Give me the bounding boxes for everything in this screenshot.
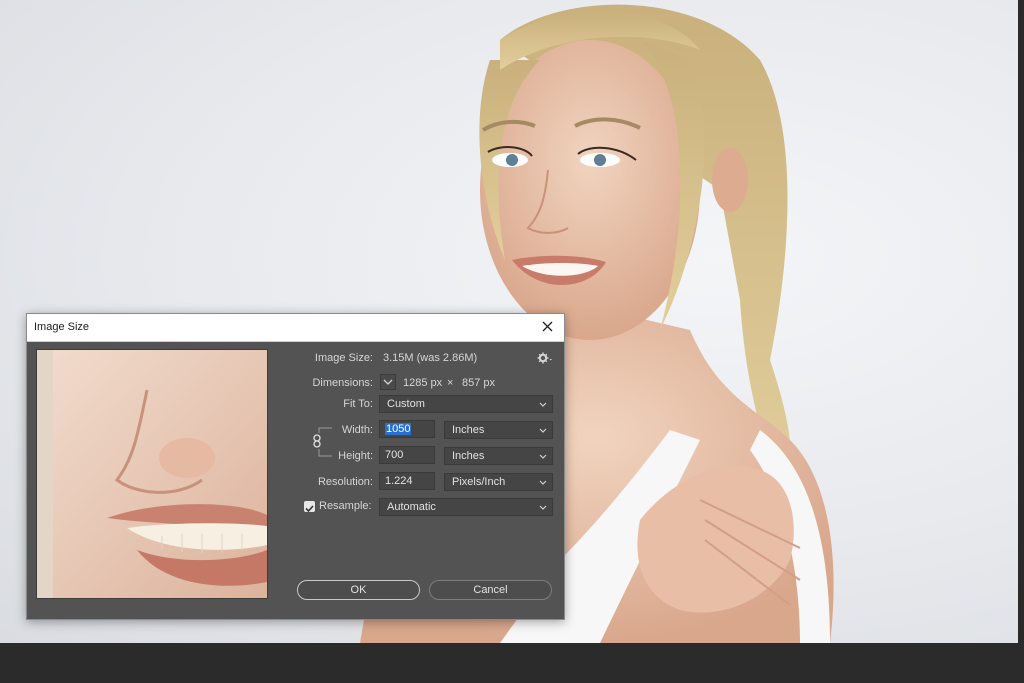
chevron-down-icon xyxy=(539,480,547,485)
dimensions-width: 1285 px xyxy=(403,377,443,389)
canvas-edge xyxy=(1018,0,1024,643)
cancel-button[interactable]: Cancel xyxy=(429,580,552,600)
height-label: Height: xyxy=(338,450,373,462)
resample-label: Resample: xyxy=(319,500,372,512)
preview-image xyxy=(37,350,267,598)
dimensions-height: 857 px xyxy=(462,377,496,389)
height-unit-value: Inches xyxy=(452,450,485,462)
close-button[interactable] xyxy=(538,317,556,335)
settings-button[interactable] xyxy=(537,351,553,365)
fit-to-label: Fit To: xyxy=(343,398,373,410)
resample-checkbox[interactable] xyxy=(304,501,315,513)
status-bar xyxy=(0,643,1024,683)
close-icon xyxy=(542,321,552,331)
chevron-down-icon xyxy=(539,402,547,407)
dimensions-label: Dimensions: xyxy=(312,377,373,389)
height-unit-select[interactable]: Inches xyxy=(444,447,553,465)
height-input[interactable]: 700 xyxy=(379,446,435,464)
dialog-titlebar[interactable]: Image Size xyxy=(27,314,564,342)
fit-to-value: Custom xyxy=(387,398,425,410)
width-input[interactable]: 1050 xyxy=(379,420,435,438)
image-preview[interactable] xyxy=(36,349,268,599)
resolution-value: 1.224 xyxy=(385,475,413,487)
chevron-down-icon xyxy=(383,379,393,385)
width-label: Width: xyxy=(341,424,373,436)
chevron-down-icon xyxy=(539,505,547,510)
ok-button[interactable]: OK xyxy=(297,580,420,600)
resolution-label: Resolution: xyxy=(317,476,373,488)
width-value: 1050 xyxy=(385,423,412,435)
image-size-value: 3.15M (was 2.86M) xyxy=(383,352,478,364)
height-value: 700 xyxy=(385,449,404,461)
resolution-input[interactable]: 1.224 xyxy=(379,472,435,490)
width-unit-select[interactable]: Inches xyxy=(444,421,553,439)
gear-icon xyxy=(537,352,552,364)
chevron-down-icon xyxy=(539,428,547,433)
dialog-title: Image Size xyxy=(34,321,90,333)
resample-select[interactable]: Automatic xyxy=(379,498,553,516)
image-size-label: Image Size: xyxy=(314,352,373,364)
width-unit-value: Inches xyxy=(452,424,485,436)
dimensions-toggle[interactable] xyxy=(380,374,396,390)
image-size-dialog: Image Size Image Size: 3.15M (was 2.86M)… xyxy=(26,313,565,620)
resolution-unit-value: Pixels/Inch xyxy=(452,476,506,488)
checkmark-icon xyxy=(305,505,314,513)
resample-value: Automatic xyxy=(387,501,436,513)
fit-to-select[interactable]: Custom xyxy=(379,395,553,413)
resolution-unit-select[interactable]: Pixels/Inch xyxy=(444,473,553,491)
chevron-down-icon xyxy=(539,454,547,459)
dimensions-times: × xyxy=(447,377,454,389)
